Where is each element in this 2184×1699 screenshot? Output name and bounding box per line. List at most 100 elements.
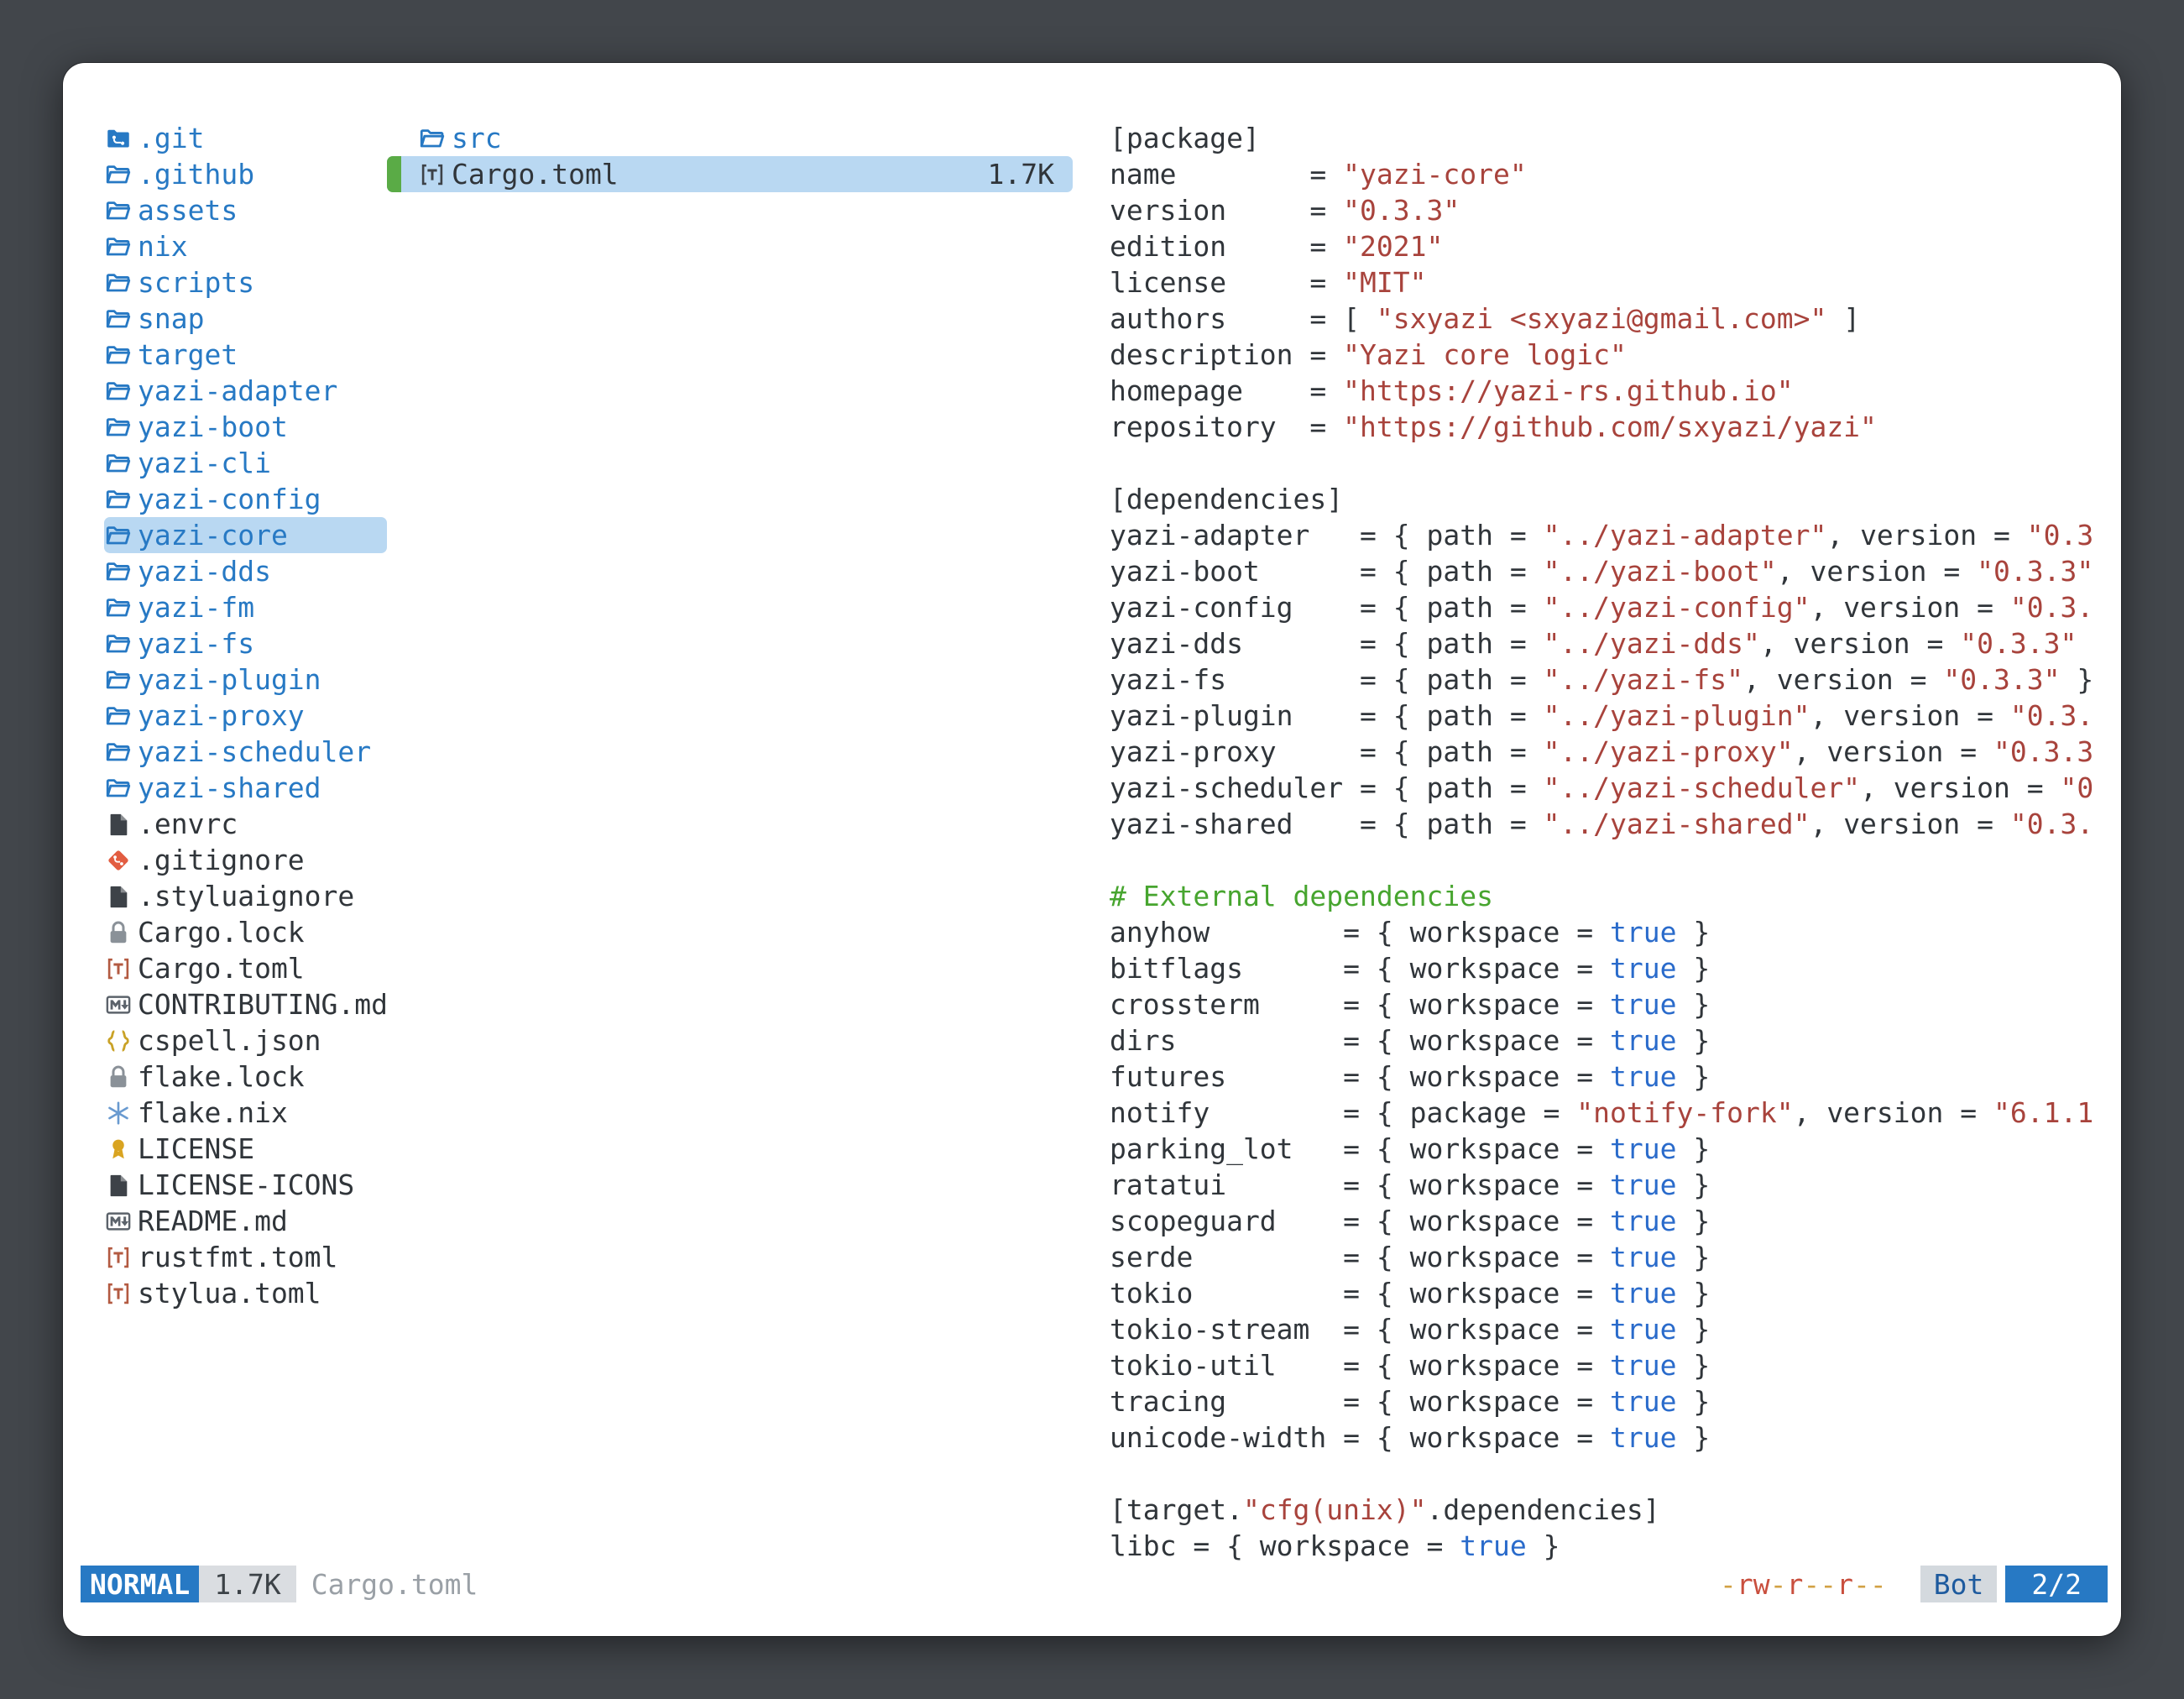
file-row[interactable]: Cargo.lock [104,914,387,950]
preview-line [1110,445,2108,481]
yazi-window: .git.githubassetsnixscriptssnaptargetyaz… [63,63,2121,1636]
file-row[interactable]: scripts [104,264,387,301]
file-row[interactable]: yazi-boot [104,409,387,445]
file-name: .github [138,158,254,191]
preview-line: edition = "2021" [1110,228,2108,264]
file-row[interactable]: yazi-plugin [104,661,387,698]
preview-line: tokio-util = { workspace = true } [1110,1347,2108,1383]
mode-indicator: NORMAL [81,1566,199,1602]
file-row[interactable]: LICENSE [104,1131,387,1167]
file-row[interactable]: flake.nix [104,1095,387,1131]
preview-line: yazi-proxy = { path = "../yazi-proxy", v… [1110,734,2108,770]
preview-line: yazi-fs = { path = "../yazi-fs", version… [1110,661,2108,698]
file-row[interactable]: yazi-shared [104,770,387,806]
file-name: README.md [138,1205,288,1237]
preview-line: version = "0.3.3" [1110,192,2108,228]
file-icon [104,1171,132,1199]
file-name: LICENSE [138,1132,254,1165]
file-name: .envrc [138,808,238,840]
preview-line: tokio-stream = { workspace = true } [1110,1311,2108,1347]
preview-line: anyhow = { workspace = true } [1110,914,2108,950]
file-row[interactable]: cspell.json [104,1022,387,1059]
preview-line: yazi-config = { path = "../yazi-config",… [1110,589,2108,625]
file-row[interactable]: yazi-core [104,517,387,553]
file-row[interactable]: rustfmt.toml [104,1239,387,1275]
file-name: yazi-cli [138,447,271,479]
file-row[interactable]: yazi-fs [104,625,387,661]
status-bar-right: -rw-r--r-- Bot 2/2 [1720,1566,2108,1602]
file-name: CONTRIBUTING.md [138,988,387,1021]
file-row[interactable]: .gitignore [104,842,387,878]
folder-icon [104,377,132,405]
preview-line: bitflags = { workspace = true } [1110,950,2108,986]
preview-line: yazi-plugin = { path = "../yazi-plugin",… [1110,698,2108,734]
file-name: yazi-fs [138,627,254,660]
file-name: .gitignore [138,844,305,876]
file-row[interactable]: yazi-proxy [104,698,387,734]
license-icon [104,1135,132,1163]
folder-icon [104,666,132,693]
file-row[interactable]: CONTRIBUTING.md [104,986,387,1022]
lock-icon [104,918,132,946]
file-row[interactable]: target [104,337,387,373]
folder-icon [104,160,132,188]
file-name: scripts [138,266,254,299]
folder-icon [104,774,132,802]
preview-line: serde = { workspace = true } [1110,1239,2108,1275]
file-name: yazi-config [138,483,321,515]
file-row[interactable]: .styluaignore [104,878,387,914]
file-row[interactable]: LICENSE-ICONS [104,1167,387,1203]
preview-line: tokio = { workspace = true } [1110,1275,2108,1311]
file-row[interactable]: Cargo.toml1.7K [387,156,1073,192]
file-row[interactable]: flake.lock [104,1059,387,1095]
preview-line: [package] [1110,120,2108,156]
file-row[interactable]: .git [104,120,387,156]
file-name: yazi-plugin [138,663,321,696]
cursor-counter: 2/2 [2005,1566,2108,1602]
markdown-icon [104,1207,132,1235]
preview-line: ratatui = { workspace = true } [1110,1167,2108,1203]
folder-icon [104,485,132,513]
file-row[interactable]: stylua.toml [104,1275,387,1311]
toml-icon [104,1243,132,1271]
file-row[interactable]: nix [104,228,387,264]
file-row[interactable]: yazi-scheduler [104,734,387,770]
file-name: Cargo.lock [138,916,305,949]
file-row[interactable]: .envrc [104,806,387,842]
preview-line: futures = { workspace = true } [1110,1059,2108,1095]
preview-line: yazi-scheduler = { path = "../yazi-sched… [1110,770,2108,806]
folder-icon [104,305,132,332]
file-name: Cargo.toml [452,158,619,191]
file-row[interactable]: snap [104,301,387,337]
file-name: stylua.toml [138,1277,321,1310]
folder-icon [418,124,446,152]
file-name: yazi-dds [138,555,271,588]
file-name: cspell.json [138,1024,321,1057]
preview-line: libc = { workspace = true } [1110,1528,2108,1564]
file-name: rustfmt.toml [138,1241,337,1273]
folder-icon [104,557,132,585]
file-row[interactable]: src [387,120,1073,156]
file-row[interactable]: yazi-adapter [104,373,387,409]
file-row[interactable]: yazi-cli [104,445,387,481]
file-row[interactable]: yazi-dds [104,553,387,589]
json-icon [104,1027,132,1054]
file-name: flake.lock [138,1060,305,1093]
status-filename: Cargo.toml [311,1566,478,1602]
folder-icon [104,269,132,296]
file-name: yazi-proxy [138,699,305,732]
git-icon [104,846,132,874]
file-row[interactable]: .github [104,156,387,192]
file-row[interactable]: yazi-config [104,481,387,517]
status-bar: NORMAL 1.7K Cargo.toml -rw-r--r-- Bot 2/… [81,1566,2108,1602]
file-name: nix [138,230,188,263]
file-row[interactable]: README.md [104,1203,387,1239]
file-row[interactable]: yazi-fm [104,589,387,625]
file-name: yazi-scheduler [138,735,371,768]
file-row[interactable]: Cargo.toml [104,950,387,986]
file-row[interactable]: assets [104,192,387,228]
file-name: yazi-boot [138,410,288,443]
toml-icon [104,954,132,982]
file-name: yazi-fm [138,591,254,624]
preview-line [1110,1456,2108,1492]
